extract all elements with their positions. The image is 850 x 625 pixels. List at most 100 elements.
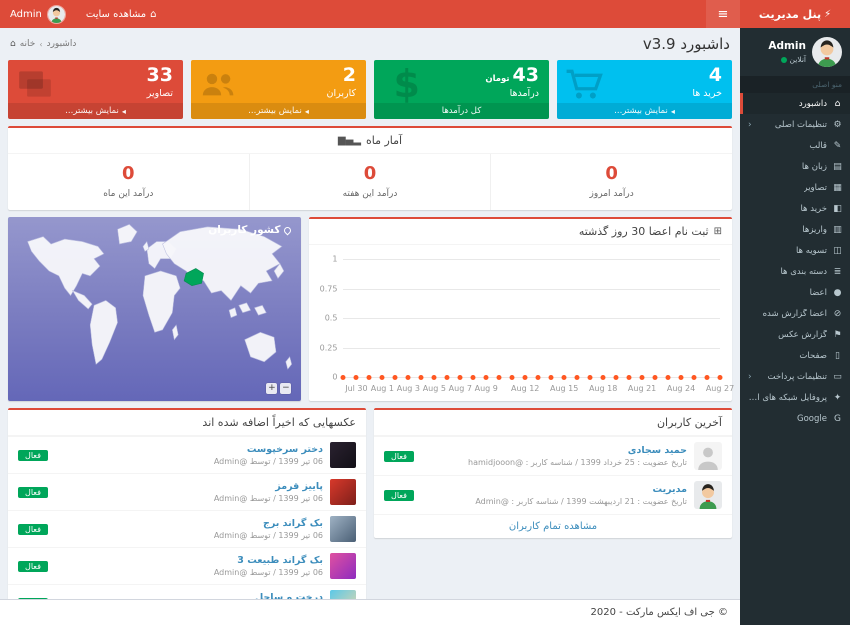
main-column: ≡ ⌂ مشاهده سایت Admin داشبورد v3.9: [0, 0, 740, 625]
photo-title-link[interactable]: بک گراند برج: [214, 518, 323, 529]
map-asia: [163, 227, 282, 301]
chart-gridline: 0.5: [343, 318, 720, 319]
sidebar-item-images[interactable]: ▦تصاویر: [740, 177, 850, 198]
photo-title-link[interactable]: بک گراند طبیعت 3: [214, 555, 323, 566]
view-site-link[interactable]: ⌂ مشاهده سایت: [76, 9, 167, 20]
users-card: 2کاربران◂نمایش بیشتر...: [191, 60, 366, 119]
month-stats-title: آمار ماه: [366, 134, 402, 147]
sidebar-item-categories[interactable]: ≣دسته بندی ها: [740, 261, 850, 282]
chart-data-point: [601, 375, 606, 380]
map-zoom-out-button[interactable]: −: [280, 383, 291, 394]
sidebar-item-main-settings[interactable]: ⚙تنظیمات اصلی‹: [740, 114, 850, 135]
breadcrumb: ⌂ خانه ‹ داشبورد: [10, 39, 76, 49]
card-footer-label: نمایش بیشتر...: [614, 106, 668, 116]
incomes-card: 43 توماندرآمدها$کل درآمدها: [374, 60, 549, 119]
stat-item: 0درآمد این هفته: [249, 154, 491, 210]
card-label: تصاویر: [18, 88, 173, 99]
sidebar-item-label: اعضا: [810, 288, 827, 298]
photo-row: پاییز قرمز 06 تیر 1399 / توسط @Admin فعال: [8, 473, 366, 510]
chart-y-tick-label: 0.5: [325, 314, 338, 323]
active-badge: فعال: [18, 524, 48, 535]
photo-thumbnail[interactable]: [330, 590, 356, 599]
sidebar-user-status[interactable]: آنلاین: [768, 55, 806, 64]
view-all-users-link[interactable]: مشاهده تمام کاربران: [374, 514, 732, 538]
chart-y-tick-label: 1: [332, 255, 337, 264]
home-icon: ⌂: [150, 9, 156, 20]
sidebar-item-label: Google: [797, 414, 827, 424]
sidebar-item-settlements[interactable]: ◫تسویه ها: [740, 240, 850, 261]
photo-thumbnail[interactable]: [330, 516, 356, 542]
stat-label: درآمد امروز: [495, 189, 728, 199]
calendar-icon: ⊞: [714, 226, 722, 237]
month-stats-box: آمار ماه ▂▄▆ 0 درآمد امروز 0درآمد این هفته…: [8, 126, 732, 210]
incomes-card-body: 43 توماندرآمدها: [374, 60, 549, 103]
sidebar-item-google[interactable]: G Google: [740, 408, 850, 429]
photo-title-link[interactable]: درخت و ساحل: [214, 592, 323, 599]
latest-users-box: آخرین کاربران حمید سجادیتاریخ عضویت : 25…: [374, 408, 732, 538]
google-icon: G: [832, 414, 843, 424]
users-country-map[interactable]: کشور کاربران + −: [8, 217, 301, 401]
photo-thumbnail[interactable]: [330, 553, 356, 579]
sidebar-item-photo-reports[interactable]: ⚑گزارش عکس: [740, 324, 850, 345]
active-badge: فعال: [18, 561, 48, 572]
chart-data-point: [562, 375, 567, 380]
photo-meta: 06 تیر 1399 / توسط @Admin: [214, 494, 323, 503]
photo-title-link[interactable]: پاییز قرمز: [214, 481, 323, 492]
active-badge: فعال: [18, 450, 48, 461]
stat-value: 0: [495, 163, 728, 184]
sidebar-item-template[interactable]: ✎قالب: [740, 135, 850, 156]
chart-data-point: [510, 375, 515, 380]
breadcrumb-home[interactable]: خانه: [20, 39, 36, 49]
online-label: آنلاین: [790, 55, 806, 64]
photo-reports-icon: ⚑: [832, 330, 843, 340]
social-profiles-icon: ✦: [832, 393, 843, 403]
sidebar-item-label: پروفایل شبکه های اجتماعی: [748, 393, 827, 403]
photo-thumbnail[interactable]: [330, 479, 356, 505]
chart-data-point: [653, 375, 658, 380]
sidebar-item-dashboard[interactable]: ⌂داشبورد: [740, 93, 850, 114]
topbar-user-menu[interactable]: Admin: [0, 5, 76, 24]
sidebar-item-deposits[interactable]: ▥واریزها: [740, 219, 850, 240]
user-name-link[interactable]: حمید سجادی: [468, 445, 687, 456]
map-zoom-in-button[interactable]: +: [266, 383, 277, 394]
sidebar-item-payment-settings[interactable]: ▭تنظیمات پرداخت‹: [740, 366, 850, 387]
map-australia: [245, 332, 276, 361]
stat-cards-row: 4خرید ها◂نمایش بیشتر...43 توماندرآمدها$ک…: [8, 60, 732, 119]
topbar-avatar: [47, 5, 66, 24]
chart-y-tick-label: 0.75: [320, 284, 338, 293]
chart-x-labels: Jul 30Aug 1Aug 3Aug 5Aug 7Aug 9Aug 12Aug…: [343, 384, 720, 396]
incomes-card-more-link[interactable]: کل درآمدها: [374, 103, 549, 119]
user-meta: تاریخ عضویت : 21 اردیبهشت 1399 / شناسه ک…: [475, 497, 687, 506]
user-text: حمید سجادیتاریخ عضویت : 25 خرداد 1399 / …: [468, 445, 687, 467]
sidebar-item-languages[interactable]: ▤زبان ها: [740, 156, 850, 177]
brand-header[interactable]: ⚡ پنل مدیریت: [740, 0, 850, 28]
sidebar-item-purchases[interactable]: ◧خرید ها: [740, 198, 850, 219]
sidebar-menu: ⌂داشبورد⚙تنظیمات اصلی‹✎قالب▤زبان ها▦تصاو…: [740, 93, 850, 625]
active-badge: فعال: [18, 487, 48, 498]
sidebar-toggle-button[interactable]: ≡: [706, 0, 740, 28]
purchases-card-more-link[interactable]: ◂نمایش بیشتر...: [557, 103, 732, 119]
map-indonesia-1: [239, 303, 251, 313]
photo-text: پاییز قرمز 06 تیر 1399 / توسط @Admin: [214, 481, 323, 503]
users-card-body: 2کاربران: [191, 60, 366, 103]
circle-arrow-icon: ◂: [122, 107, 126, 116]
chart-gridline: 0.75: [343, 289, 720, 290]
brand-title: پنل مدیریت: [759, 8, 821, 21]
month-stats-header: آمار ماه ▂▄▆: [8, 128, 732, 154]
chart-data-point: [588, 375, 593, 380]
sidebar-item-members[interactable]: ●اعضا: [740, 282, 850, 303]
chart-data-point: [484, 375, 489, 380]
sidebar-item-label: خرید ها: [800, 204, 827, 214]
users-card-more-link[interactable]: ◂نمایش بیشتر...: [191, 103, 366, 119]
sidebar-item-pages[interactable]: ▯صفحات: [740, 345, 850, 366]
images-card-more-link[interactable]: ◂نمایش بیشتر...: [8, 103, 183, 119]
sidebar-item-social-profiles[interactable]: ✦ پروفایل شبکه های اجتماعی: [740, 387, 850, 408]
photo-thumbnail[interactable]: [330, 442, 356, 468]
user-name-link[interactable]: مدیریت: [475, 484, 687, 495]
map-south-america: [90, 300, 117, 364]
user-text: مدیریت تاریخ عضویت : 21 اردیبهشت 1399 / ش…: [475, 484, 687, 506]
chart-data-point: [523, 375, 528, 380]
photo-title-link[interactable]: دختر سرخپوست: [214, 444, 323, 455]
card-value: 2: [343, 64, 356, 86]
sidebar-item-reported-members[interactable]: ⊘اعضا گزارش شده: [740, 303, 850, 324]
